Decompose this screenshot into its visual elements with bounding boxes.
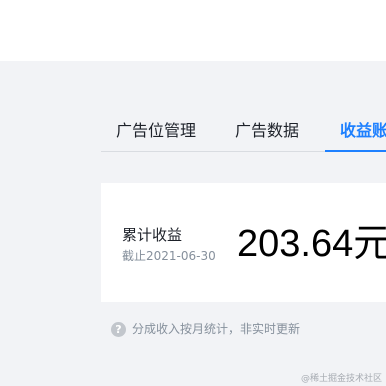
earnings-card: 累计收益 截止2021-06-30 203.64元 xyxy=(101,183,386,302)
tab-bar: 广告位管理 广告数据 收益账 xyxy=(101,108,386,153)
tab-ad-slot-management[interactable]: 广告位管理 xyxy=(116,120,196,142)
tab-ad-data[interactable]: 广告数据 xyxy=(235,120,299,142)
watermark: @稀土掘金技术社区 xyxy=(300,374,382,384)
earnings-note: ? 分成收入按月统计，非实时更新 xyxy=(111,320,300,338)
top-header-bar xyxy=(0,0,386,61)
earnings-amount: 203.64元 xyxy=(237,223,386,265)
earnings-label: 累计收益 xyxy=(122,226,183,244)
tab-earnings-account[interactable]: 收益账 xyxy=(340,120,386,142)
note-text: 分成收入按月统计，非实时更新 xyxy=(132,322,301,336)
active-tab-indicator xyxy=(325,150,386,152)
earnings-as-of-date: 截止2021-06-30 xyxy=(122,249,216,263)
question-circle-icon[interactable]: ? xyxy=(111,321,126,337)
